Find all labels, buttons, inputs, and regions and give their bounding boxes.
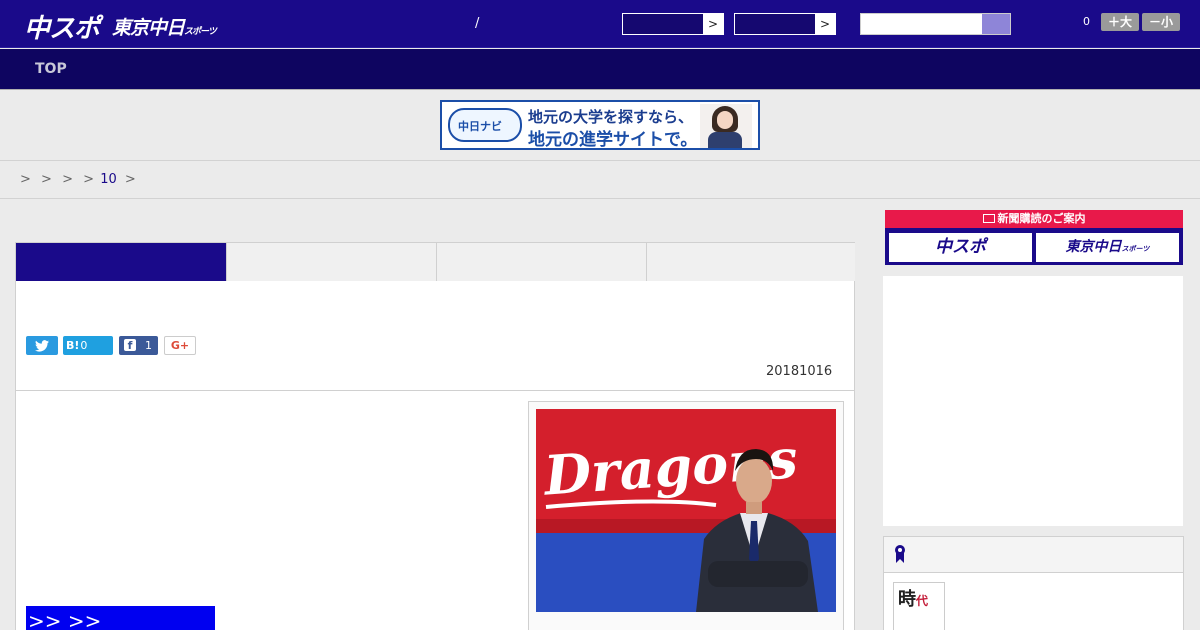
category-select-1[interactable]: > — [622, 13, 724, 35]
ranking-header — [884, 537, 1183, 573]
breadcrumb-separator: > — [41, 172, 52, 187]
tab-4[interactable] — [647, 243, 855, 281]
tab-2[interactable] — [227, 243, 437, 281]
tokyo-chunichi-logo-text: 東京中日 — [112, 17, 185, 39]
tab-3[interactable] — [437, 243, 647, 281]
breadcrumb-separator: > — [124, 172, 136, 187]
hatena-bookmark-button[interactable]: B!0 — [63, 336, 113, 355]
divider — [16, 390, 854, 391]
read-more-button[interactable]: >> >> — [26, 606, 215, 630]
header-slash: / — [475, 16, 480, 31]
tab-1[interactable] — [16, 243, 227, 288]
nav-item-top[interactable]: TOP — [35, 61, 67, 77]
hatena-label: B! — [66, 339, 80, 352]
chuspo-logo[interactable]: 中スポ — [24, 8, 100, 45]
banner-badge-text: 中日ナビ — [458, 120, 502, 133]
article-photo[interactable]: Dragons — [536, 409, 836, 612]
chevron-right-icon: > — [703, 14, 723, 34]
category-select-2[interactable]: > — [734, 13, 836, 35]
tokyo-chunichi-logo[interactable]: 東京中日スポーツ — [112, 13, 217, 40]
newspaper-icon — [982, 214, 995, 223]
facebook-count: 1 — [145, 339, 152, 352]
main-nav: TOP — [0, 49, 1200, 90]
medal-icon — [895, 545, 905, 563]
tokyo-chunichi-logo-small: スポーツ — [184, 27, 217, 37]
subscription-banner[interactable]: 新聞購読のご案内 中スポ 東京中日スポーツ — [885, 210, 1183, 265]
article-photo-frame: Dragons — [528, 401, 844, 630]
article-card: B!0 f 1 G+ 20181016 Dragons >> >> — [15, 281, 855, 630]
article-date: 20181016 — [766, 364, 833, 379]
article-tabs — [15, 242, 855, 288]
counter-text: 0 — [1083, 15, 1090, 28]
breadcrumb-separator: > — [20, 172, 31, 187]
search-input[interactable] — [860, 13, 1011, 35]
divider — [0, 160, 1200, 161]
google-plus-button[interactable]: G+ — [164, 336, 196, 355]
chevron-right-icon: > — [815, 14, 835, 34]
hatena-count: 0 — [80, 339, 88, 352]
thumb-char-2: 代 — [916, 594, 929, 608]
site-header: 中スポ 東京中日スポーツ / > > 0 ＋大 －小 — [0, 0, 1200, 48]
breadcrumb: > > > > 10 > — [20, 172, 142, 187]
banner-line-2: 地元の進学サイトで。 — [528, 130, 698, 150]
thumb-char-1: 時 — [898, 589, 916, 610]
breadcrumb-separator: > — [62, 172, 73, 187]
banner-badge: 中日ナビ — [448, 108, 522, 142]
banner-ad[interactable]: 中日ナビ 地元の大学を探すなら、 地元の進学サイトで。 — [440, 100, 760, 150]
ranking-thumbnail[interactable]: 時代 — [893, 582, 945, 630]
sidebar-ad-slot — [883, 276, 1183, 526]
twitter-share-button[interactable] — [26, 336, 58, 355]
ranking-box: 時代 — [883, 536, 1184, 630]
breadcrumb-link[interactable]: 10 — [100, 172, 117, 187]
breadcrumb-separator: > — [83, 172, 95, 187]
subscription-strip-text: 新聞購読のご案内 — [997, 212, 1086, 225]
banner-line-1: 地元の大学を探すなら、 — [528, 108, 694, 126]
font-smaller-button[interactable]: －小 — [1142, 13, 1180, 31]
subscribe-chuspo-button[interactable]: 中スポ — [889, 233, 1032, 262]
search-button[interactable] — [982, 14, 1010, 34]
font-larger-button[interactable]: ＋大 — [1101, 13, 1139, 31]
subscribe-tokyo-chunichi-small: スポーツ — [1121, 245, 1150, 253]
divider — [0, 198, 1200, 199]
banner-model-image — [700, 104, 752, 148]
facebook-icon: f — [124, 339, 136, 352]
subscribe-tokyo-chunichi-text: 東京中日 — [1065, 239, 1122, 255]
facebook-share-button[interactable]: f 1 — [119, 336, 158, 355]
subscription-strip: 新聞購読のご案内 — [885, 210, 1183, 228]
twitter-bird-icon — [35, 340, 49, 352]
subscribe-tokyo-chunichi-button[interactable]: 東京中日スポーツ — [1036, 233, 1179, 262]
